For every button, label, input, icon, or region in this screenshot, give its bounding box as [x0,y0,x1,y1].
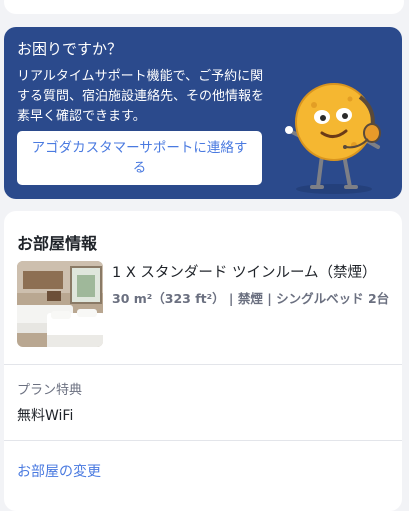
room-info-card: お部屋情報 1 X スタンダード ツインルーム（禁煙） 30 m²（323 ft… [4,211,402,511]
room-info-title: お部屋情報 [17,234,98,253]
divider [4,440,402,441]
previous-card [4,0,404,14]
room-details: 30 m²（323 ft²） | 禁煙 | シングルベッド 2台 [112,291,390,306]
divider [4,364,402,365]
plan-benefits-label: プラン特典 [17,383,83,398]
help-description: リアルタイムサポート機能で、ご予約に関する質問、宿泊施設連絡先、その他情報を素早… [17,69,265,124]
help-card: お困りですか？ リアルタイムサポート機能で、ご予約に関する質問、宿泊施設連絡先、… [4,27,402,199]
room-name: 1 X スタンダード ツインルーム（禁煙） [112,265,377,281]
room-photo [17,261,103,347]
help-title: お困りですか？ [17,40,123,58]
change-room-link[interactable]: お部屋の変更 [17,461,101,481]
contact-support-button[interactable]: アゴダカスタマーサポートに連絡する [17,131,262,185]
support-mascot-icon [285,83,381,194]
plan-benefit-wifi: 無料WiFi [17,408,74,424]
